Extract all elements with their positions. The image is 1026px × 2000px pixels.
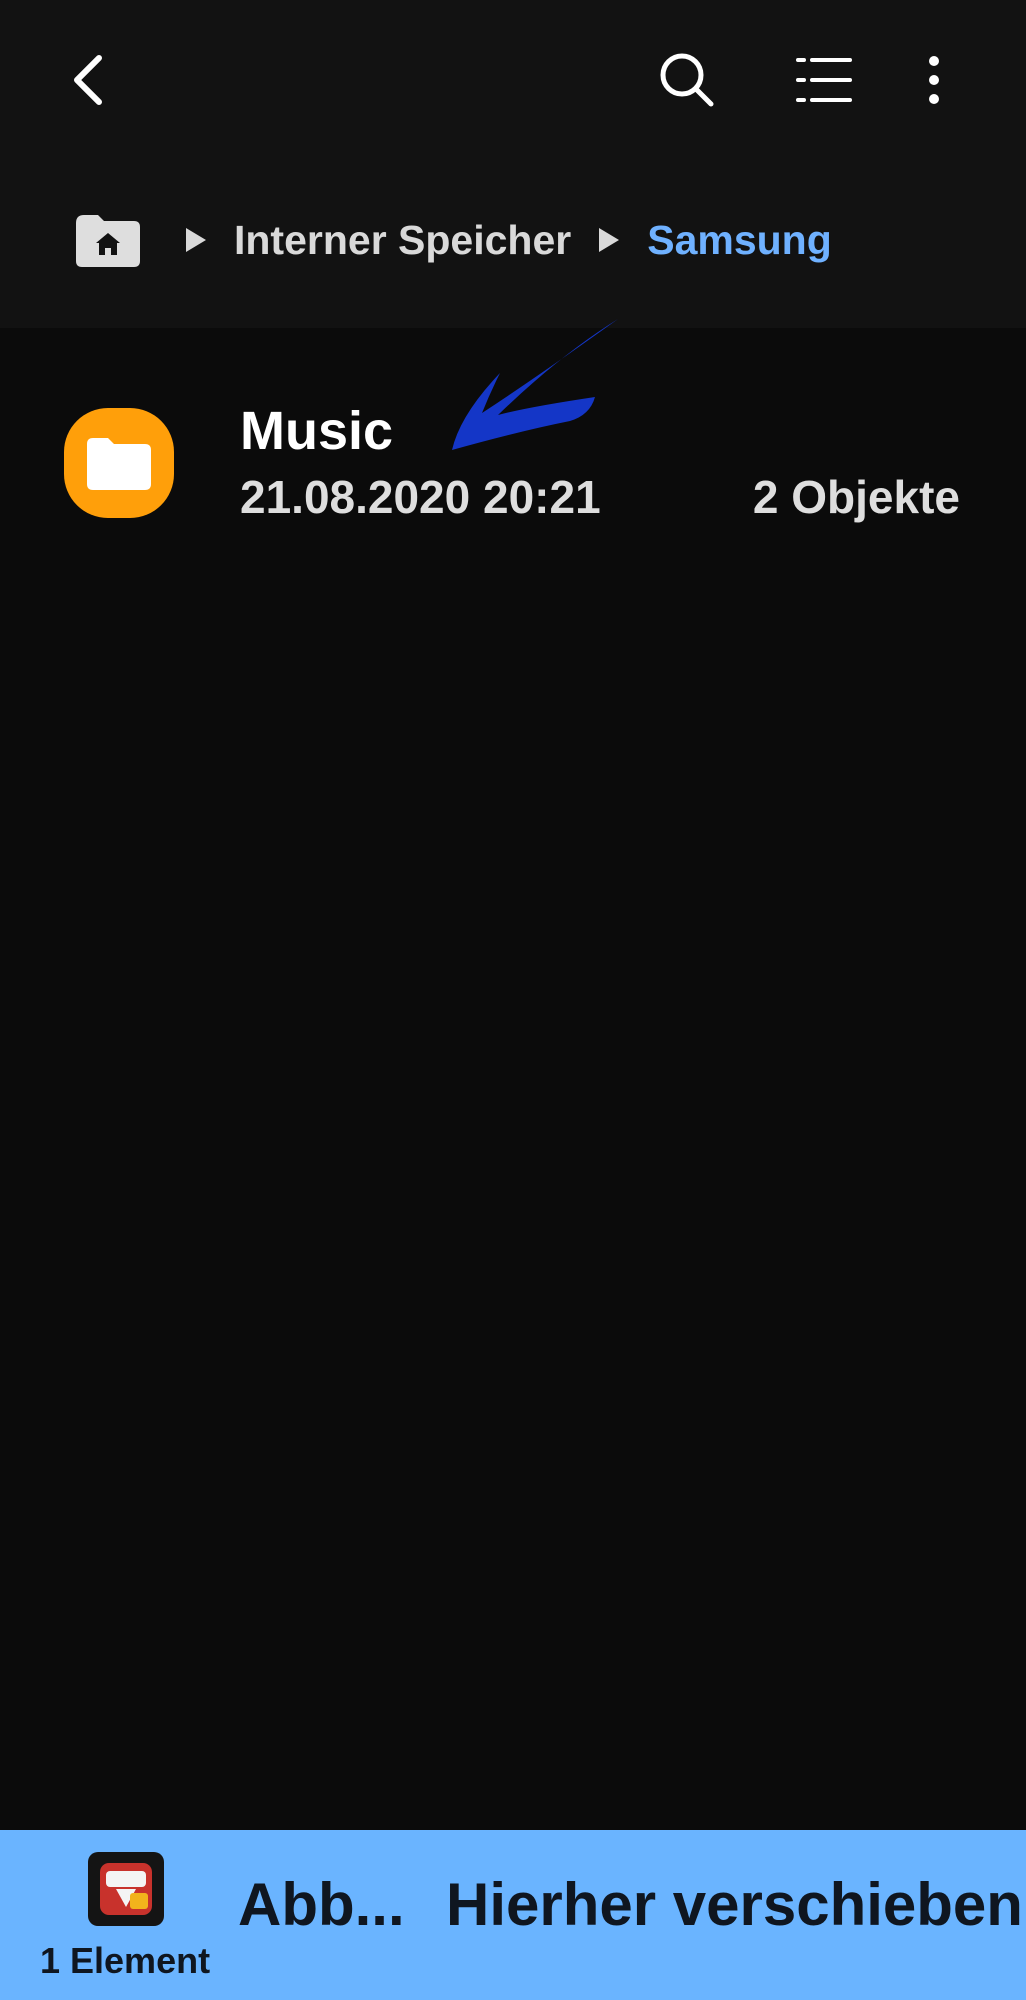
item-object-count: 2 Objekte — [752, 471, 960, 523]
breadcrumb-separator-icon — [186, 228, 206, 252]
move-action-bar: 1 Element Abb... Hierher verschieben — [0, 1830, 1026, 2000]
item-name: Music — [240, 401, 394, 461]
move-here-button[interactable]: Hierher verschieben — [446, 1870, 1023, 1939]
more-options-button[interactable] — [886, 32, 982, 128]
chevron-left-icon — [74, 55, 102, 105]
selected-item-thumbnail — [88, 1852, 164, 1926]
list-view-icon — [796, 58, 852, 102]
more-vertical-icon — [929, 56, 939, 104]
app-thumbnail-icon — [100, 1863, 152, 1915]
search-icon — [660, 53, 714, 107]
selection-count: 1 Element — [40, 1940, 211, 1981]
breadcrumb-item-samsung[interactable]: Samsung — [647, 217, 832, 264]
cancel-button[interactable]: Abb... — [238, 1870, 405, 1939]
breadcrumb: Interner Speicher Samsung — [72, 200, 858, 280]
breadcrumb-item-internal-storage[interactable]: Interner Speicher — [234, 217, 571, 264]
search-button[interactable] — [638, 32, 734, 128]
folder-icon — [64, 408, 174, 518]
top-app-bar: Interner Speicher Samsung — [0, 0, 1026, 328]
home-folder-icon[interactable] — [72, 209, 144, 271]
view-list-button[interactable] — [776, 32, 872, 128]
annotation-arrow-icon — [452, 319, 618, 450]
item-modified-date: 21.08.2020 20:21 — [240, 471, 601, 523]
back-button[interactable] — [42, 32, 138, 128]
breadcrumb-separator-icon — [599, 228, 620, 252]
